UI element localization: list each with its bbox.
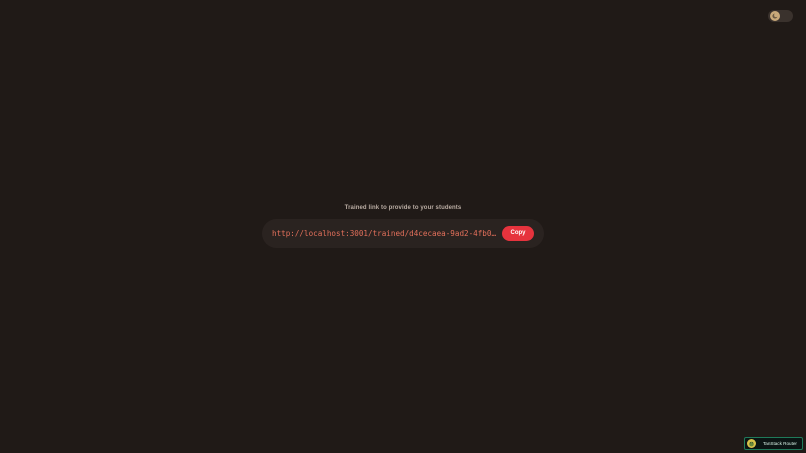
share-section: Trained link to provide to your students… <box>0 203 806 248</box>
trained-link[interactable]: http://localhost:3001/trained/d4cecaea-9… <box>272 219 500 248</box>
tanstack-logo-icon <box>747 439 756 448</box>
link-card: http://localhost:3001/trained/d4cecaea-9… <box>262 219 544 248</box>
tanstack-router-devtools-button[interactable]: TanStack Router <box>744 437 803 450</box>
page: Trained link to provide to your students… <box>0 0 806 453</box>
theme-toggle[interactable] <box>768 10 793 22</box>
share-label: Trained link to provide to your students <box>344 205 462 211</box>
sun-moon-icon <box>770 11 780 21</box>
devtools-label: TanStack Router <box>763 441 797 446</box>
copy-button[interactable]: Copy <box>502 226 534 241</box>
